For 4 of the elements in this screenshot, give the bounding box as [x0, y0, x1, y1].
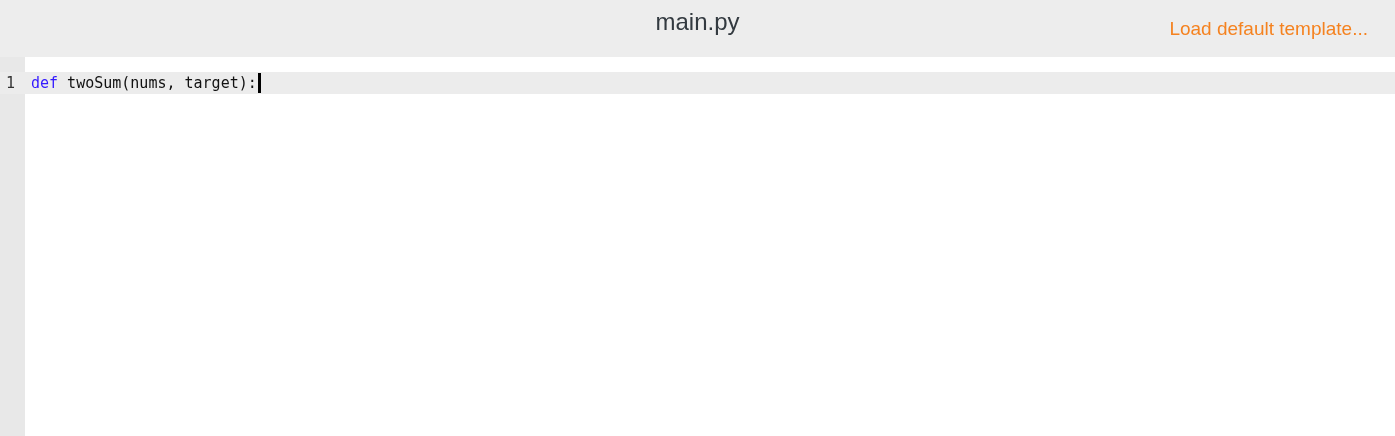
line-number: 1: [5, 74, 17, 92]
file-title: main.py: [655, 8, 740, 36]
code-text: def twoSum(nums, target):: [31, 74, 257, 92]
load-template-link[interactable]: Load default template...: [1169, 18, 1368, 40]
